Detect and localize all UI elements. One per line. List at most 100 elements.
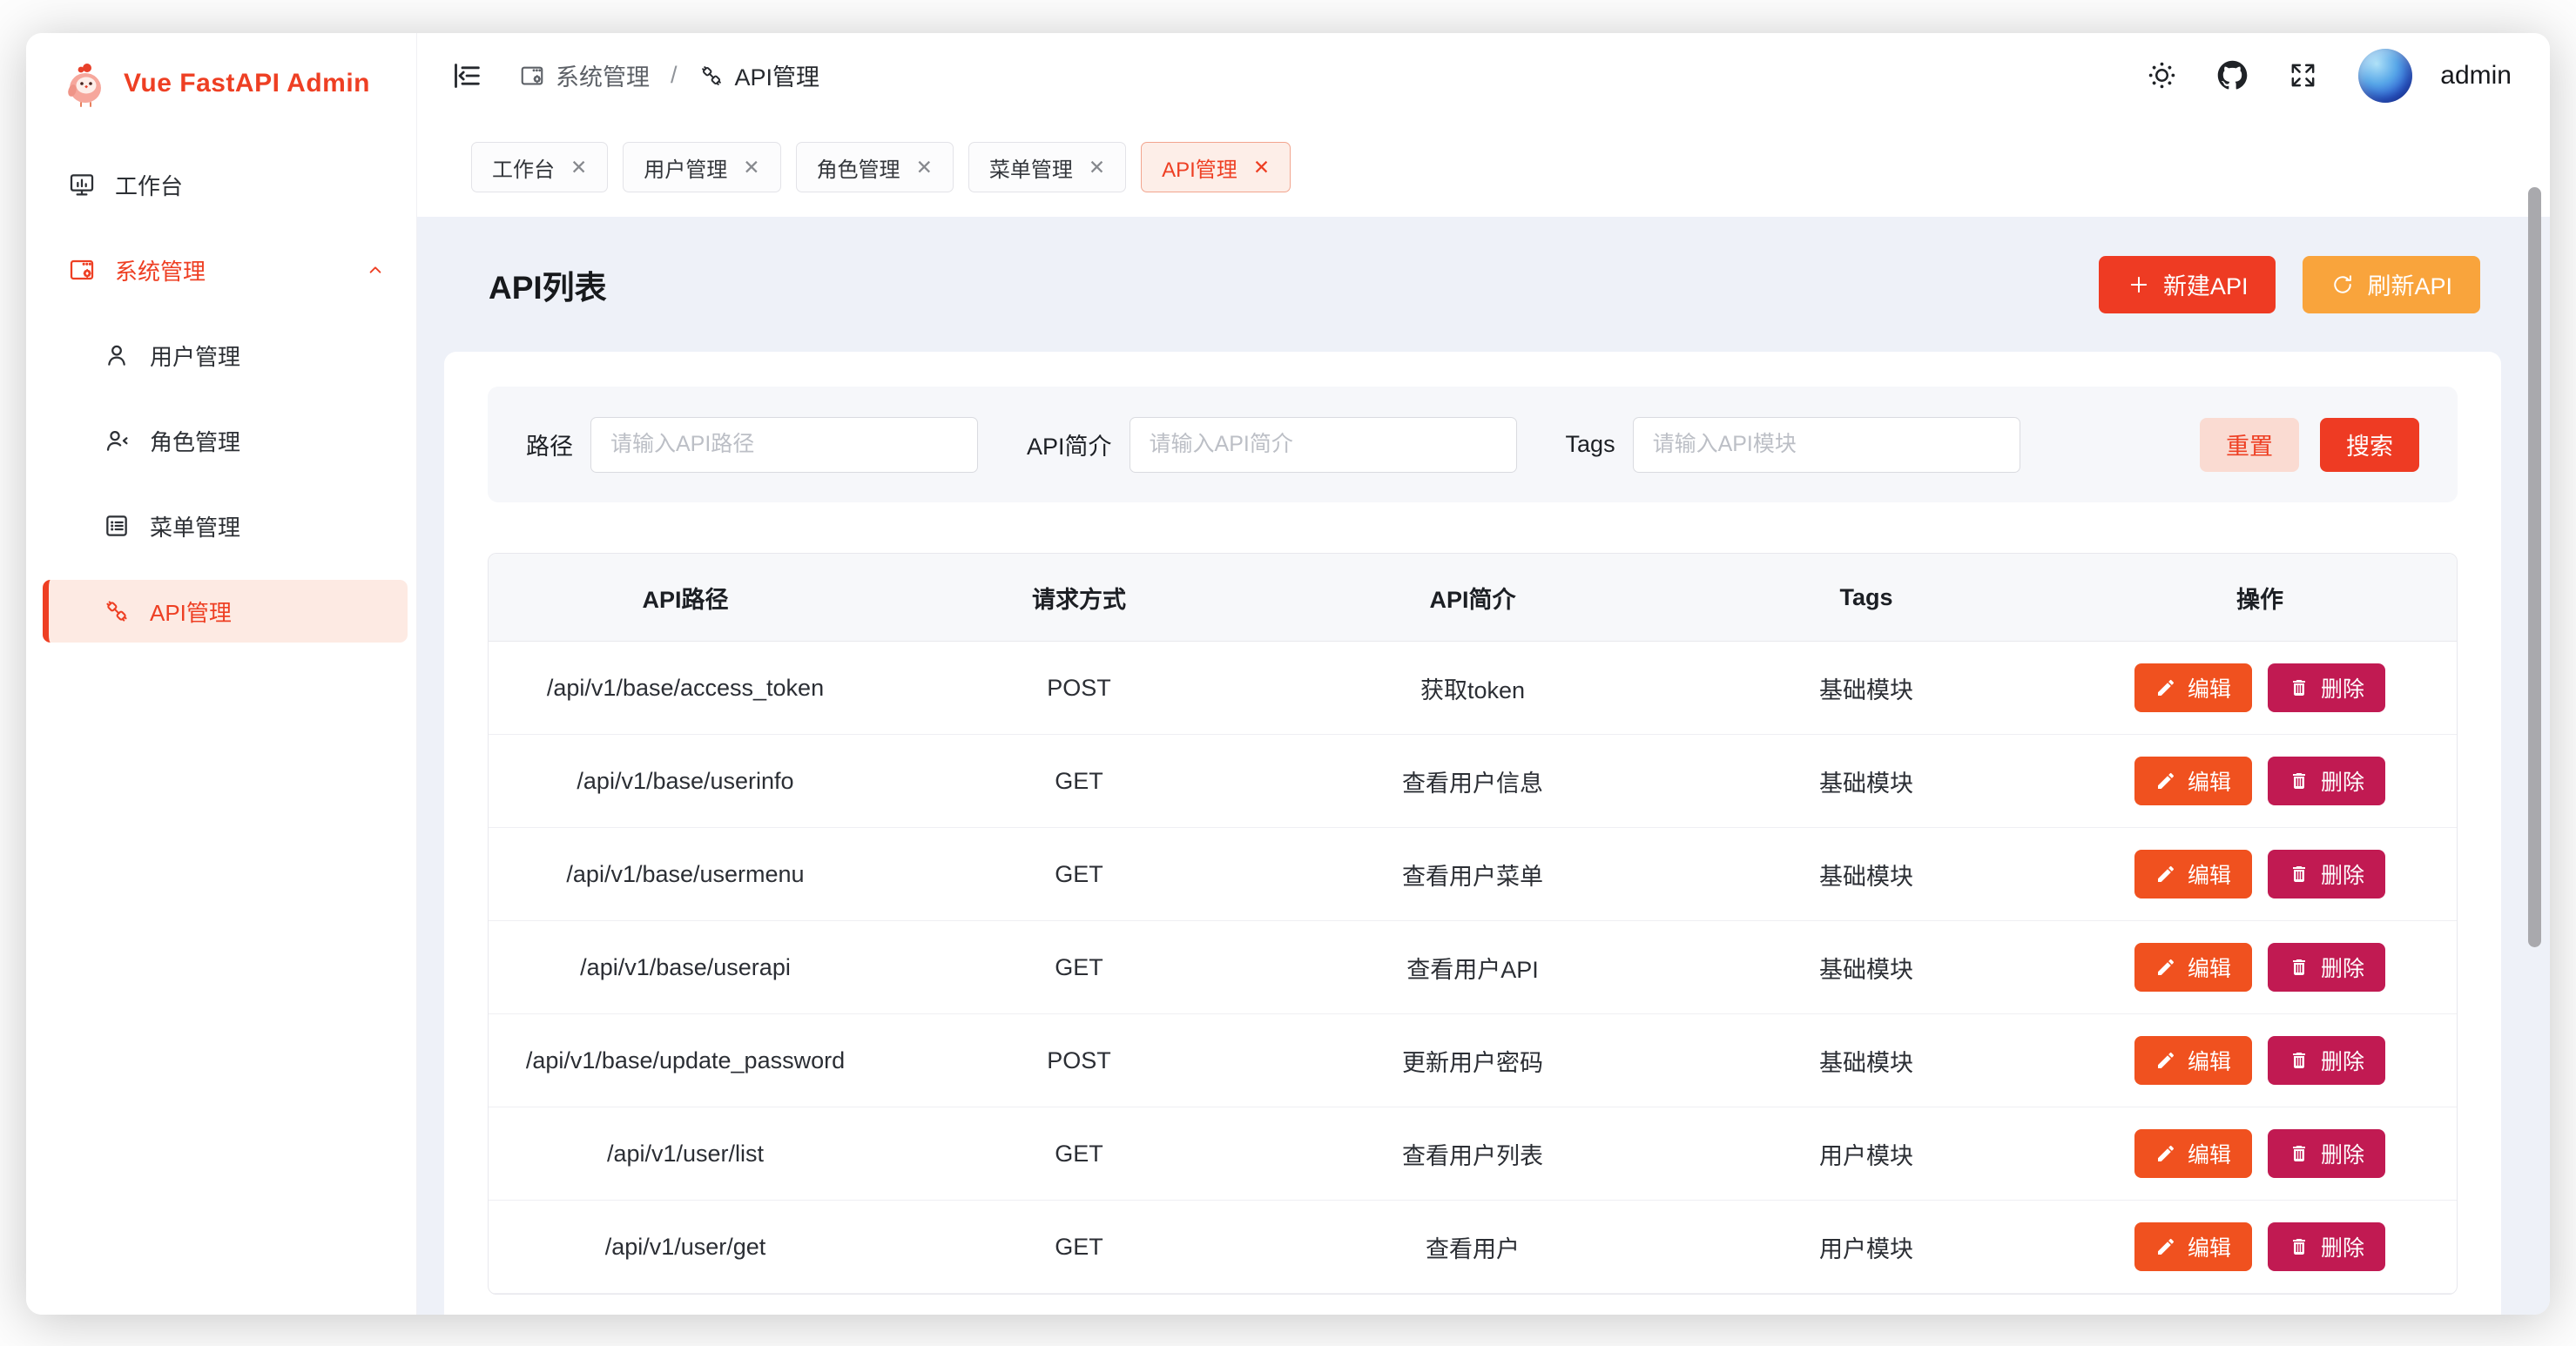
- refresh-api-label: 刷新API: [2367, 267, 2452, 301]
- trash-icon: [2289, 864, 2310, 885]
- delete-label: 删除: [2321, 672, 2364, 703]
- content-area: API列表 新建API 刷新API: [417, 217, 2550, 1315]
- api-plug-icon: [103, 597, 131, 625]
- delete-button[interactable]: 删除: [2268, 757, 2385, 805]
- search-button[interactable]: 搜索: [2320, 418, 2419, 472]
- tab-users[interactable]: 用户管理 ✕: [623, 142, 780, 192]
- edit-button[interactable]: 编辑: [2134, 663, 2252, 712]
- sidebar-item-label: 系统管理: [115, 254, 206, 286]
- pencil-icon: [2155, 957, 2176, 978]
- breadcrumb-separator: /: [671, 62, 678, 89]
- refresh-api-button[interactable]: 刷新API: [2303, 256, 2480, 313]
- close-icon[interactable]: ✕: [570, 158, 587, 178]
- user-avatar[interactable]: [2358, 49, 2412, 103]
- collapse-sidebar-icon[interactable]: [449, 58, 484, 93]
- path-input[interactable]: [590, 417, 978, 473]
- sidebar-menu: 工作台 系统管理 用户管理: [26, 122, 416, 643]
- cell-path: /api/v1/user/get: [489, 1234, 882, 1261]
- cell-actions: 编辑 删除: [2063, 757, 2457, 805]
- trash-icon: [2289, 1143, 2310, 1164]
- cell-actions: 编辑 删除: [2063, 1129, 2457, 1178]
- app-title: Vue FastAPI Admin: [124, 69, 370, 98]
- close-icon[interactable]: ✕: [916, 158, 933, 178]
- breadcrumb-api[interactable]: API管理: [698, 58, 820, 92]
- system-window-icon: [68, 256, 96, 284]
- sidebar-item-roles[interactable]: 角色管理: [43, 409, 408, 472]
- pencil-icon: [2155, 677, 2176, 698]
- tab-workbench[interactable]: 工作台 ✕: [471, 142, 608, 192]
- summary-label: API简介: [1027, 427, 1112, 461]
- delete-label: 删除: [2321, 1231, 2364, 1262]
- sidebar-item-workbench[interactable]: 工作台: [43, 153, 408, 216]
- breadcrumb: 系统管理 / API管理: [519, 58, 819, 92]
- menu-list-icon: [103, 512, 131, 540]
- filter-tags: Tags: [1566, 417, 2020, 473]
- table-row: /api/v1/user/get GET 查看用户 用户模块 编辑 删除: [489, 1201, 2457, 1294]
- table-row: /api/v1/user/list GET 查看用户列表 用户模块 编辑 删除: [489, 1107, 2457, 1201]
- sidebar-item-users[interactable]: 用户管理: [43, 324, 408, 387]
- table-row: /api/v1/base/update_password POST 更新用户密码…: [489, 1014, 2457, 1107]
- cell-path: /api/v1/base/userinfo: [489, 768, 882, 795]
- table-row: /api/v1/base/access_token POST 获取token 基…: [489, 642, 2457, 735]
- tab-label: API管理: [1162, 152, 1237, 183]
- delete-label: 删除: [2321, 1138, 2364, 1169]
- tab-api[interactable]: API管理 ✕: [1141, 142, 1291, 192]
- delete-button[interactable]: 删除: [2268, 663, 2385, 712]
- edit-button[interactable]: 编辑: [2134, 1222, 2252, 1271]
- cell-method: GET: [882, 1141, 1276, 1168]
- vertical-scrollbar[interactable]: [2528, 187, 2541, 947]
- edit-button[interactable]: 编辑: [2134, 1036, 2252, 1085]
- delete-button[interactable]: 删除: [2268, 1129, 2385, 1178]
- logo[interactable]: Vue FastAPI Admin: [26, 33, 416, 122]
- edit-label: 编辑: [2188, 1045, 2231, 1076]
- plus-icon: [2127, 273, 2151, 297]
- delete-label: 删除: [2321, 952, 2364, 983]
- sidebar-item-system[interactable]: 系统管理: [43, 239, 408, 301]
- close-icon[interactable]: ✕: [1089, 158, 1105, 178]
- reset-button[interactable]: 重置: [2200, 418, 2299, 472]
- cell-tags: 基础模块: [1669, 671, 2063, 705]
- delete-button[interactable]: 删除: [2268, 850, 2385, 898]
- api-plug-icon: [698, 63, 725, 89]
- summary-input[interactable]: [1130, 417, 1517, 473]
- sidebar-item-api[interactable]: API管理: [43, 580, 408, 643]
- tab-roles[interactable]: 角色管理 ✕: [796, 142, 954, 192]
- pencil-icon: [2155, 1050, 2176, 1071]
- header-actions: admin: [2147, 49, 2512, 103]
- cell-summary: 查看用户列表: [1276, 1137, 1669, 1171]
- main-area: 系统管理 / API管理: [417, 33, 2550, 1315]
- close-icon[interactable]: ✕: [743, 158, 759, 178]
- edit-button[interactable]: 编辑: [2134, 850, 2252, 898]
- tags-input[interactable]: [1633, 417, 2020, 473]
- refresh-icon: [2330, 273, 2355, 297]
- edit-button[interactable]: 编辑: [2134, 943, 2252, 992]
- cell-summary: 查看用户信息: [1276, 764, 1669, 798]
- col-tags: Tags: [1669, 584, 2063, 611]
- fullscreen-icon[interactable]: [2288, 60, 2318, 91]
- create-api-button[interactable]: 新建API: [2099, 256, 2276, 313]
- delete-button[interactable]: 删除: [2268, 1222, 2385, 1271]
- delete-label: 删除: [2321, 765, 2364, 797]
- theme-sun-icon[interactable]: [2147, 60, 2177, 91]
- tab-menus[interactable]: 菜单管理 ✕: [968, 142, 1126, 192]
- username[interactable]: admin: [2440, 61, 2512, 91]
- col-path: API路径: [489, 581, 882, 615]
- delete-button[interactable]: 删除: [2268, 943, 2385, 992]
- cell-tags: 基础模块: [1669, 858, 2063, 892]
- delete-button[interactable]: 删除: [2268, 1036, 2385, 1085]
- tab-label: 用户管理: [644, 152, 727, 183]
- cell-path: /api/v1/base/update_password: [489, 1047, 882, 1074]
- close-icon[interactable]: ✕: [1253, 158, 1270, 178]
- edit-button[interactable]: 编辑: [2134, 1129, 2252, 1178]
- edit-label: 编辑: [2188, 765, 2231, 797]
- path-label: 路径: [526, 427, 573, 461]
- cell-actions: 编辑 删除: [2063, 850, 2457, 898]
- sidebar-item-menus[interactable]: 菜单管理: [43, 495, 408, 557]
- delete-label: 删除: [2321, 858, 2364, 890]
- github-icon[interactable]: [2217, 60, 2248, 91]
- breadcrumb-system[interactable]: 系统管理: [519, 58, 650, 92]
- pencil-icon: [2155, 1236, 2176, 1257]
- cell-tags: 基础模块: [1669, 1044, 2063, 1078]
- edit-button[interactable]: 编辑: [2134, 757, 2252, 805]
- page-actions: 新建API 刷新API: [2099, 256, 2480, 313]
